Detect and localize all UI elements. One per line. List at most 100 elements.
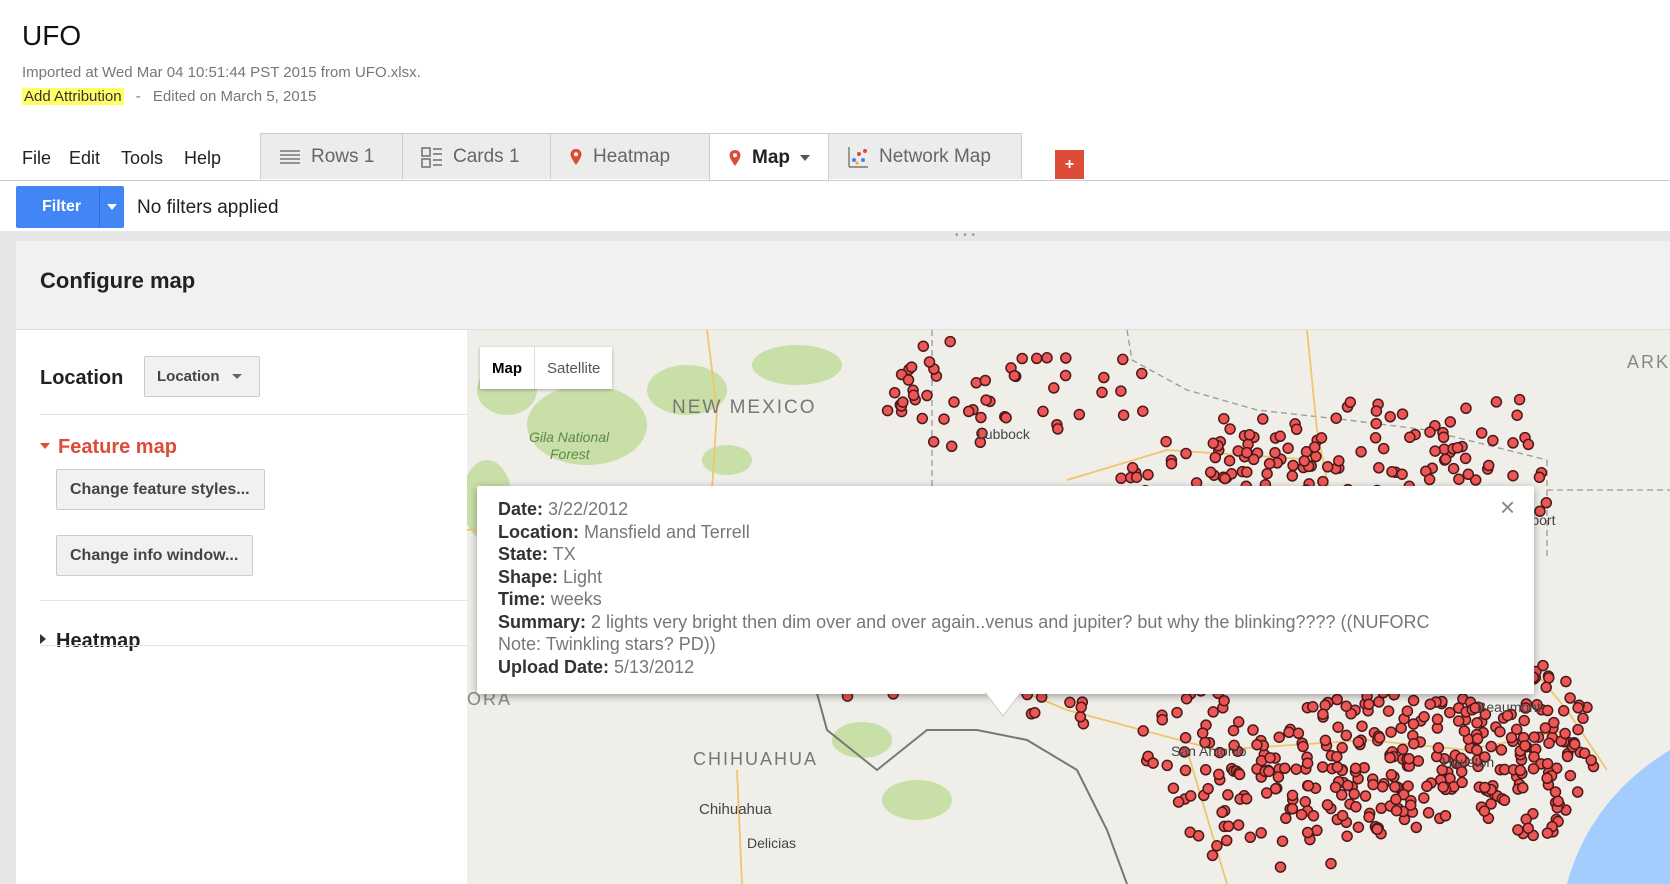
ufo-sighting-marker[interactable] — [945, 440, 958, 453]
ufo-sighting-marker[interactable] — [1263, 765, 1275, 778]
ufo-sighting-marker[interactable] — [1447, 462, 1460, 475]
ufo-sighting-marker[interactable] — [1241, 466, 1253, 478]
ufo-sighting-marker[interactable] — [1377, 442, 1390, 455]
ufo-sighting-marker[interactable] — [1223, 454, 1236, 467]
ufo-sighting-marker[interactable] — [1218, 412, 1230, 425]
change-info-window-button[interactable]: Change info window... — [56, 535, 253, 576]
ufo-sighting-marker[interactable] — [1541, 772, 1553, 785]
ufo-sighting-marker[interactable] — [1513, 393, 1526, 406]
ufo-sighting-marker[interactable] — [1541, 704, 1554, 717]
ufo-sighting-marker[interactable] — [1568, 738, 1581, 750]
ufo-sighting-marker[interactable] — [1008, 369, 1021, 382]
ufo-sighting-marker[interactable] — [1180, 692, 1193, 705]
ufo-sighting-marker[interactable] — [1269, 446, 1281, 459]
ufo-sighting-marker[interactable] — [1342, 779, 1354, 792]
ufo-sighting-marker[interactable] — [1276, 835, 1289, 847]
ufo-sighting-marker[interactable] — [1137, 405, 1149, 417]
ufo-sighting-marker[interactable] — [1540, 497, 1553, 509]
ufo-sighting-marker[interactable] — [1396, 468, 1408, 480]
ufo-sighting-marker[interactable] — [1247, 724, 1259, 736]
ufo-sighting-marker[interactable] — [1352, 821, 1365, 833]
ufo-sighting-marker[interactable] — [1507, 437, 1519, 449]
ufo-sighting-marker[interactable] — [1541, 827, 1554, 839]
ufo-sighting-marker[interactable] — [1325, 857, 1337, 870]
ufo-sighting-marker[interactable] — [1458, 725, 1471, 737]
ufo-sighting-marker[interactable] — [1115, 472, 1127, 485]
ufo-sighting-marker[interactable] — [1410, 821, 1423, 834]
ufo-sighting-marker[interactable] — [1549, 786, 1562, 798]
ufo-sighting-marker[interactable] — [1059, 369, 1072, 382]
ufo-sighting-marker[interactable] — [1331, 693, 1343, 706]
ufo-sighting-marker[interactable] — [1307, 701, 1319, 713]
ufo-sighting-marker[interactable] — [1016, 352, 1028, 365]
ufo-sighting-marker[interactable] — [1264, 752, 1276, 764]
ufo-sighting-marker[interactable] — [1308, 441, 1321, 453]
ufo-sighting-marker[interactable] — [1075, 701, 1087, 714]
ufo-sighting-marker[interactable] — [1407, 718, 1420, 730]
map-type-satellite-button[interactable]: Satellite — [535, 347, 612, 389]
ufo-sighting-marker[interactable] — [921, 389, 933, 402]
ufo-sighting-marker[interactable] — [975, 411, 987, 424]
ufo-sighting-marker[interactable] — [1096, 386, 1108, 399]
ufo-sighting-marker[interactable] — [1136, 367, 1148, 380]
ufo-sighting-marker[interactable] — [1518, 714, 1530, 727]
ufo-sighting-marker[interactable] — [1356, 720, 1368, 732]
ufo-sighting-marker[interactable] — [1216, 806, 1228, 819]
ufo-sighting-marker[interactable] — [1310, 450, 1322, 463]
add-attribution-link[interactable]: Add Attribution — [22, 88, 124, 105]
ufo-sighting-marker[interactable] — [1359, 790, 1372, 802]
ufo-sighting-marker[interactable] — [1424, 426, 1436, 438]
ufo-sighting-marker[interactable] — [1479, 781, 1491, 794]
ufo-sighting-marker[interactable] — [1572, 702, 1584, 714]
ufo-sighting-marker[interactable] — [907, 389, 920, 402]
ufo-sighting-marker[interactable] — [1316, 761, 1329, 773]
ufo-sighting-marker[interactable] — [1424, 698, 1436, 710]
ufo-sighting-marker[interactable] — [1396, 743, 1409, 756]
ufo-sighting-marker[interactable] — [1179, 764, 1192, 777]
ufo-sighting-marker[interactable] — [1260, 787, 1273, 799]
ufo-sighting-marker[interactable] — [1340, 700, 1352, 712]
ufo-sighting-marker[interactable] — [1218, 694, 1230, 707]
ufo-sighting-marker[interactable] — [1444, 416, 1457, 428]
ufo-sighting-marker[interactable] — [1287, 459, 1299, 472]
ufo-sighting-marker[interactable] — [1340, 729, 1353, 742]
ufo-sighting-marker[interactable] — [1282, 442, 1294, 454]
ufo-sighting-marker[interactable] — [1385, 726, 1397, 738]
ufo-sighting-marker[interactable] — [948, 396, 960, 408]
ufo-sighting-marker[interactable] — [1142, 469, 1154, 481]
ufo-sighting-marker[interactable] — [1540, 681, 1552, 694]
ufo-sighting-marker[interactable] — [1232, 716, 1245, 728]
ufo-sighting-marker[interactable] — [1350, 801, 1362, 813]
ufo-sighting-marker[interactable] — [1156, 714, 1169, 726]
ufo-sighting-marker[interactable] — [1390, 793, 1402, 806]
ufo-sighting-marker[interactable] — [1370, 417, 1382, 430]
ufo-sighting-marker[interactable] — [1255, 827, 1267, 839]
tab-heatmap[interactable]: Heatmap — [550, 133, 710, 179]
ufo-sighting-marker[interactable] — [1369, 432, 1382, 444]
ufo-sighting-marker[interactable] — [1311, 824, 1323, 837]
ufo-sighting-marker[interactable] — [1487, 434, 1499, 447]
ufo-sighting-marker[interactable] — [1331, 750, 1343, 763]
ufo-sighting-marker[interactable] — [1161, 759, 1173, 772]
ufo-sighting-marker[interactable] — [1559, 727, 1571, 740]
ufo-sighting-marker[interactable] — [1512, 824, 1524, 836]
ufo-sighting-marker[interactable] — [1478, 805, 1491, 817]
ufo-sighting-marker[interactable] — [1333, 455, 1345, 467]
ufo-sighting-marker[interactable] — [1471, 717, 1483, 729]
ufo-sighting-marker[interactable] — [1494, 725, 1506, 738]
ufo-sighting-marker[interactable] — [1404, 431, 1416, 444]
ufo-sighting-marker[interactable] — [1527, 762, 1540, 775]
ufo-sighting-marker[interactable] — [1244, 831, 1257, 844]
ufo-sighting-marker[interactable] — [1222, 820, 1235, 833]
ufo-sighting-marker[interactable] — [1373, 462, 1385, 474]
ufo-sighting-marker[interactable] — [1511, 409, 1523, 421]
ufo-sighting-marker[interactable] — [1241, 446, 1253, 459]
ufo-sighting-marker[interactable] — [1167, 782, 1180, 794]
ufo-sighting-marker[interactable] — [1407, 694, 1420, 707]
ufo-sighting-marker[interactable] — [1209, 451, 1222, 464]
menu-help[interactable]: Help — [184, 148, 221, 169]
ufo-sighting-marker[interactable] — [979, 374, 992, 387]
ufo-sighting-marker[interactable] — [1298, 455, 1311, 467]
ufo-sighting-marker[interactable] — [1403, 752, 1415, 765]
ufo-sighting-marker[interactable] — [902, 374, 915, 386]
